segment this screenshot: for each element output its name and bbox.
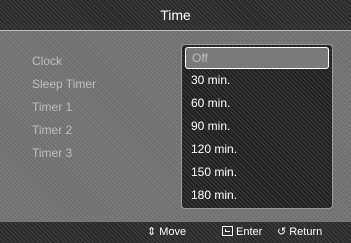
option-180-min[interactable]: 180 min. xyxy=(182,184,332,207)
return-hint[interactable]: ↺ Return xyxy=(277,222,322,243)
return-label: Return xyxy=(289,226,323,238)
menu-item-timer-3[interactable]: Timer 3 xyxy=(32,142,96,165)
time-menu: Clock Sleep Timer Timer 1 Timer 2 Timer … xyxy=(32,50,96,165)
osd-screen: Time Clock Sleep Timer Timer 1 Timer 2 T… xyxy=(0,0,351,243)
return-arrow-icon: ↺ xyxy=(277,226,287,238)
enter-label: Enter xyxy=(236,226,263,238)
option-120-min[interactable]: 120 min. xyxy=(182,138,332,161)
option-off[interactable]: Off xyxy=(185,47,329,69)
enter-hint[interactable]: Enter xyxy=(222,222,262,243)
move-hint: ⇕ Move xyxy=(147,222,186,243)
option-30-min[interactable]: 30 min. xyxy=(182,69,332,92)
sleep-timer-dropdown: Off 30 min. 60 min. 90 min. 120 min. 150… xyxy=(181,44,333,209)
enter-icon xyxy=(222,226,233,236)
option-90-min[interactable]: 90 min. xyxy=(182,115,332,138)
menu-item-timer-1[interactable]: Timer 1 xyxy=(32,96,96,119)
footer-hints: ⇕ Move Enter ↺ Return xyxy=(0,222,351,243)
updown-arrow-icon: ⇕ xyxy=(147,226,157,238)
menu-item-timer-2[interactable]: Timer 2 xyxy=(32,119,96,142)
option-150-min[interactable]: 150 min. xyxy=(182,161,332,184)
page-title: Time xyxy=(0,0,351,31)
menu-item-clock[interactable]: Clock xyxy=(32,50,96,73)
menu-item-sleep-timer[interactable]: Sleep Timer xyxy=(32,73,96,96)
option-60-min[interactable]: 60 min. xyxy=(182,92,332,115)
move-label: Move xyxy=(159,226,187,238)
